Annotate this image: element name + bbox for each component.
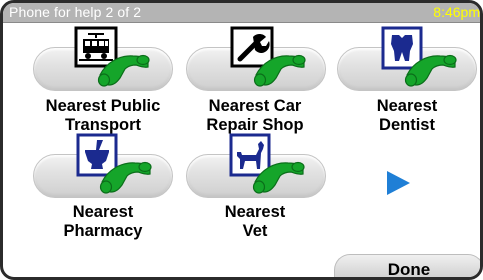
clock: 8:46pm — [433, 4, 480, 20]
next-page-arrow-icon[interactable] — [383, 168, 413, 198]
label-line-1: Nearest Car — [208, 97, 302, 115]
mortar-pestle-phone-icon — [75, 132, 153, 198]
wrench-phone-icon — [229, 25, 307, 91]
label-line-2: Pharmacy — [63, 222, 143, 240]
done-button[interactable]: Done — [334, 254, 480, 277]
button-label: Nearest Public Transport — [23, 97, 183, 135]
button-label: Nearest Car Repair Shop — [175, 97, 335, 135]
button-label: Nearest Vet — [175, 203, 335, 241]
label-line-2: Vet — [242, 222, 268, 240]
label-line-1: Nearest — [72, 203, 134, 221]
label-line-1: Nearest Public — [45, 97, 161, 115]
tram-phone-icon — [73, 25, 151, 91]
button-label: Nearest Dentist — [327, 97, 480, 135]
label-line-1: Nearest — [224, 203, 286, 221]
tooth-phone-icon — [380, 25, 458, 91]
label-line-1: Nearest — [376, 97, 438, 115]
button-label: Nearest Pharmacy — [23, 203, 183, 241]
screen-title: Phone for help 2 of 2 — [9, 4, 142, 20]
dog-phone-icon — [228, 132, 306, 198]
label-line-2: Dentist — [379, 116, 435, 134]
phone-for-help-screen: Phone for help 2 of 2 8:46pm Nearest Pub… — [0, 0, 483, 280]
title-bar: Phone for help 2 of 2 8:46pm — [3, 3, 480, 23]
